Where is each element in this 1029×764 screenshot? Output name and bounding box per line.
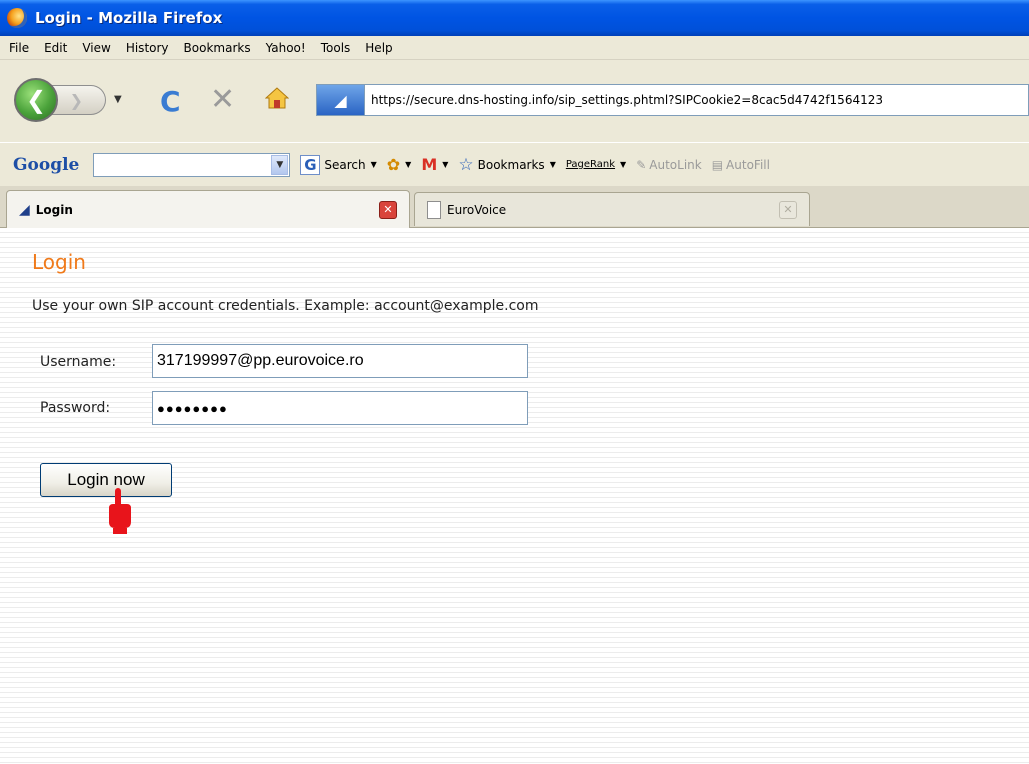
tab-login[interactable]: ◢ Login ✕ bbox=[6, 190, 410, 228]
pagerank-label: PageRank bbox=[565, 159, 616, 170]
star-icon: ☆ bbox=[458, 154, 474, 175]
autofill-button[interactable]: ▤ AutoFill bbox=[712, 158, 770, 172]
tab-eurovoice[interactable]: EuroVoice ✕ bbox=[414, 192, 810, 226]
tab-label: Login bbox=[35, 202, 73, 217]
menu-edit[interactable]: Edit bbox=[44, 41, 67, 55]
tab-label: EuroVoice bbox=[447, 202, 507, 217]
firefox-logo-icon bbox=[7, 8, 27, 28]
forward-button[interactable]: ❯ bbox=[50, 85, 106, 115]
autolink-button[interactable]: ✎ AutoLink bbox=[636, 158, 702, 172]
bookmarks-label: Bookmarks bbox=[477, 157, 545, 172]
menu-bookmarks[interactable]: Bookmarks bbox=[184, 41, 251, 55]
site-bird-icon: ◢ bbox=[19, 201, 30, 218]
back-button[interactable]: ❮ bbox=[14, 78, 58, 122]
hand-cursor-icon bbox=[109, 488, 131, 534]
google-toolbar: Google ▼ G Search ▼ ✿ ▼ M ▼ ☆ Bookmarks … bbox=[0, 142, 1029, 186]
google-logo: Google bbox=[13, 154, 80, 175]
autofill-label: AutoFill bbox=[726, 157, 770, 172]
password-field[interactable]: ●●●●●●●● bbox=[152, 391, 528, 425]
plugin-dropdown-icon[interactable]: ▼ bbox=[405, 160, 411, 169]
menu-yahoo[interactable]: Yahoo! bbox=[266, 41, 306, 55]
puzzle-icon: ✿ bbox=[386, 155, 401, 174]
menu-bar: File Edit View History Bookmarks Yahoo! … bbox=[0, 36, 1029, 60]
magic-wand-icon: ✎ bbox=[636, 157, 647, 172]
google-search-label: Search bbox=[324, 157, 366, 172]
history-dropdown-icon[interactable]: ▼ bbox=[114, 94, 122, 105]
address-bar[interactable]: ◢ https://secure.dns-hosting.info/sip_se… bbox=[316, 84, 1029, 116]
tab-close-icon[interactable]: ✕ bbox=[379, 200, 397, 219]
address-url: https://secure.dns-hosting.info/sip_sett… bbox=[371, 93, 883, 107]
forward-arrow-icon: ❯ bbox=[69, 90, 83, 110]
gmail-button[interactable]: M ▼ bbox=[421, 155, 448, 174]
autofill-icon: ▤ bbox=[711, 157, 724, 172]
page-icon bbox=[427, 200, 441, 219]
site-identity-icon[interactable]: ◢ bbox=[317, 85, 365, 115]
bookmarks-dropdown-icon[interactable]: ▼ bbox=[550, 160, 556, 169]
google-g-icon: G bbox=[300, 154, 321, 175]
pagerank-dropdown-icon[interactable]: ▼ bbox=[620, 160, 626, 169]
home-button[interactable] bbox=[265, 86, 289, 110]
search-options-dropdown-icon[interactable]: ▼ bbox=[371, 160, 377, 169]
google-search-input[interactable]: ▼ bbox=[93, 152, 291, 177]
tab-close-icon[interactable]: ✕ bbox=[779, 200, 797, 219]
instructions-text: Use your own SIP account credentials. Ex… bbox=[32, 298, 539, 314]
menu-help[interactable]: Help bbox=[365, 41, 392, 55]
google-bookmarks-button[interactable]: ☆ Bookmarks ▼ bbox=[458, 155, 555, 175]
username-field[interactable]: 317199997@pp.eurovoice.ro bbox=[152, 344, 528, 378]
window-title: Login - Mozilla Firefox bbox=[35, 9, 223, 27]
search-dropdown-icon[interactable]: ▼ bbox=[271, 154, 289, 175]
window-titlebar[interactable]: Login - Mozilla Firefox bbox=[0, 0, 1029, 36]
stop-button[interactable]: ✕ bbox=[210, 82, 235, 117]
gmail-icon: M bbox=[421, 155, 438, 174]
menu-history[interactable]: History bbox=[126, 41, 169, 55]
tab-bar: EuroVoice ✕ ◢ Login ✕ bbox=[0, 186, 1029, 228]
username-label: Username: bbox=[40, 354, 117, 370]
google-search-button[interactable]: G Search ▼ bbox=[300, 154, 377, 175]
page-content: Login Use your own SIP account credentia… bbox=[0, 228, 1029, 764]
back-arrow-icon: ❮ bbox=[25, 86, 47, 114]
gmail-dropdown-icon[interactable]: ▼ bbox=[442, 160, 448, 169]
menu-tools[interactable]: Tools bbox=[321, 41, 351, 55]
autolink-label: AutoLink bbox=[649, 157, 702, 172]
plugin-button[interactable]: ✿ ▼ bbox=[387, 155, 412, 174]
reload-button[interactable]: C bbox=[160, 85, 181, 118]
password-mask: ●●●●●●●● bbox=[157, 400, 228, 416]
username-value: 317199997@pp.eurovoice.ro bbox=[157, 352, 364, 369]
pagerank-indicator[interactable]: PageRank ▼ bbox=[566, 159, 626, 170]
menu-view[interactable]: View bbox=[82, 41, 110, 55]
navigation-toolbar: ❯ ❮ ▼ C ✕ ◢ https://secure.dns-hosting.i… bbox=[0, 60, 1029, 142]
password-label: Password: bbox=[40, 400, 111, 416]
page-title: Login bbox=[32, 250, 86, 274]
menu-file[interactable]: File bbox=[9, 41, 29, 55]
